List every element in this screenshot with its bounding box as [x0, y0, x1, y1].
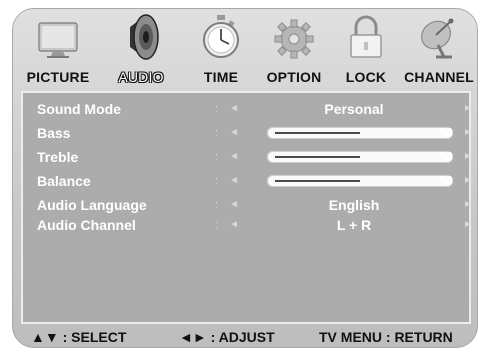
slider-fill [275, 180, 360, 182]
slider-fill [275, 132, 360, 134]
left-arrow-icon[interactable]: ◄ [229, 195, 239, 215]
left-arrow-icon[interactable]: ◄ [229, 171, 239, 191]
setting-label: Balance [37, 173, 91, 189]
tab-label: PICTURE [26, 69, 90, 85]
separator: : [215, 151, 219, 163]
balance-slider[interactable] [267, 175, 453, 187]
left-arrow-icon[interactable]: ◄ [229, 123, 239, 143]
setting-row-bass[interactable]: Bass : ◄ 50 ► [23, 123, 473, 143]
audio-settings-panel: Sound Mode : ◄ Personal ► Bass : ◄ 50 ► … [21, 91, 473, 324]
setting-value: 50 [438, 149, 453, 164]
right-arrow-icon[interactable]: ► [463, 195, 473, 215]
tab-picture[interactable]: PICTURE [17, 9, 99, 89]
setting-row-balance[interactable]: Balance : ◄ 50 ► [23, 171, 473, 191]
treble-slider[interactable] [267, 151, 453, 163]
tv-menu-frame: PICTURE AUDIO TIME OPTION LOCK CHANNEL S… [12, 8, 478, 348]
satellite-dish-icon [421, 18, 454, 59]
separator: : [215, 175, 219, 187]
left-arrow-icon[interactable]: ◄ [229, 215, 239, 235]
right-arrow-icon[interactable]: ► [463, 123, 473, 143]
tab-label: LOCK [345, 69, 387, 85]
select-hint: ▲▼ : SELECT [31, 329, 127, 345]
slider-fill [275, 156, 360, 158]
setting-row-audio-language[interactable]: Audio Language : ◄ English ► [23, 195, 473, 215]
separator: : [215, 103, 219, 115]
tv-icon [38, 22, 78, 58]
separator: : [215, 127, 219, 139]
padlock-icon [350, 15, 382, 58]
right-arrow-icon[interactable]: ► [463, 99, 473, 119]
right-arrow-icon[interactable]: ► [463, 171, 473, 191]
tab-option[interactable]: OPTION [259, 9, 329, 89]
setting-value: English [328, 197, 380, 213]
tab-label: TIME [203, 69, 239, 85]
stopwatch-icon [203, 15, 239, 58]
setting-row-treble[interactable]: Treble : ◄ 50 ► [23, 147, 473, 167]
tab-label: CHANNEL [404, 69, 474, 85]
speaker-icon [130, 14, 159, 60]
bass-slider[interactable] [267, 127, 453, 139]
setting-row-audio-channel[interactable]: Audio Channel : ◄ L + R ► [23, 215, 473, 235]
gear-icon [274, 19, 314, 59]
tab-time[interactable]: TIME [189, 9, 253, 89]
tab-label: AUDIO [118, 69, 164, 85]
left-arrow-icon[interactable]: ◄ [229, 147, 239, 167]
setting-row-sound-mode[interactable]: Sound Mode : ◄ Personal ► [23, 99, 473, 119]
right-arrow-icon[interactable]: ► [463, 215, 473, 235]
separator: : [215, 219, 219, 231]
tab-lock[interactable]: LOCK [335, 9, 397, 89]
setting-label: Treble [37, 149, 79, 165]
separator: : [215, 199, 219, 211]
setting-label: Sound Mode [37, 101, 121, 117]
left-arrow-icon[interactable]: ◄ [229, 99, 239, 119]
setting-value: L + R [336, 217, 372, 233]
tab-label: OPTION [266, 69, 322, 85]
setting-value: 50 [438, 173, 453, 188]
key-hint-bar: ▲▼ : SELECT ◄► : ADJUST TV MENU : RETURN [13, 327, 479, 349]
setting-label: Audio Channel [37, 217, 136, 233]
setting-label: Bass [37, 125, 71, 141]
tab-channel[interactable]: CHANNEL [399, 9, 479, 89]
menu-tabs: PICTURE AUDIO TIME OPTION LOCK CHANNEL [13, 9, 479, 89]
setting-value: 50 [438, 125, 453, 140]
adjust-hint: ◄► : ADJUST [179, 329, 275, 345]
tab-audio[interactable]: AUDIO [105, 9, 177, 89]
right-arrow-icon[interactable]: ► [463, 147, 473, 167]
return-hint: TV MENU : RETURN [319, 329, 453, 345]
setting-label: Audio Language [37, 197, 147, 213]
setting-value: Personal [324, 101, 384, 117]
